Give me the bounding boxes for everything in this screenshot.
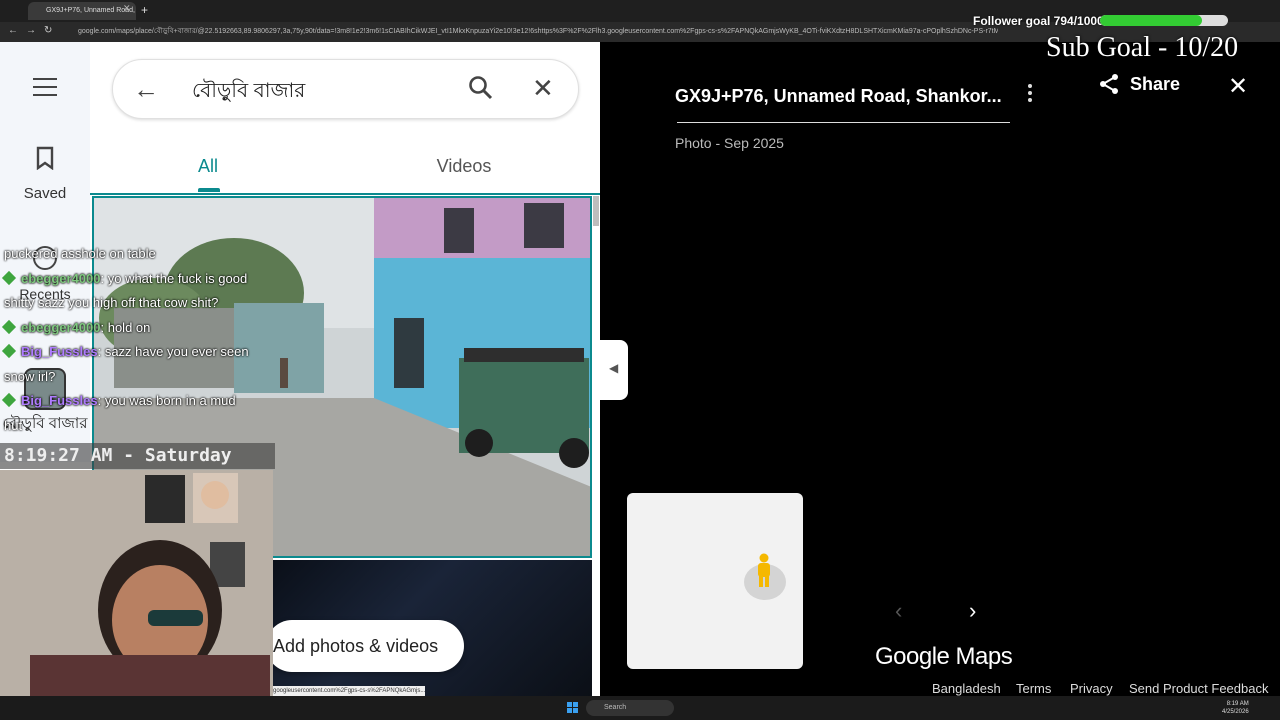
follower-goal-label: Follower goal 794/1000	[973, 14, 1104, 28]
new-tab-button[interactable]: +	[141, 3, 148, 17]
search-icon[interactable]	[468, 75, 494, 106]
add-photos-label[interactable]: Add photos & videos	[273, 636, 438, 657]
saved-label[interactable]: Saved	[0, 185, 90, 202]
tabs-divider	[90, 193, 600, 195]
chat-username: Big_Fussles	[21, 393, 98, 408]
follower-goal-bar	[1100, 15, 1228, 26]
taskbar-date: 4/25/2026	[1222, 709, 1249, 715]
search-input[interactable]: বৌড়ুবি বাজার	[192, 76, 305, 109]
footer-privacy[interactable]: Privacy	[1070, 681, 1113, 696]
forward-nav-icon[interactable]: →	[26, 25, 36, 36]
tab-close-icon[interactable]: ✕	[123, 3, 131, 14]
sub-goal-label: Sub Goal - 10/20	[1046, 32, 1239, 63]
chevron-left-icon[interactable]: ◀	[609, 361, 618, 375]
back-nav-icon[interactable]: ←	[8, 25, 18, 36]
chat-text: hut	[4, 417, 23, 433]
photo-date: Photo - Sep 2025	[675, 135, 784, 151]
tab-all[interactable]: All	[170, 156, 246, 177]
chat-badge-icon	[1, 343, 17, 359]
back-arrow-icon[interactable]: ←	[133, 74, 159, 105]
chat-username: ebegger4000	[21, 319, 101, 335]
chat-text: : sazz have you ever seen	[97, 344, 249, 359]
tab-videos[interactable]: Videos	[420, 156, 508, 177]
chat-message: ebegger4000: hold on	[1, 319, 249, 345]
browser-tab[interactable]: GX9J+P76, Unnamed Road, Sh...	[28, 2, 136, 20]
chat-username: ebegger4000	[21, 270, 101, 286]
status-bar-url: googleusercontent.com%2Fgps-cs-s%2FAPNQk…	[273, 686, 425, 696]
pegman-icon[interactable]	[752, 553, 776, 594]
chevron-left-icon[interactable]: ‹	[895, 598, 902, 624]
chat-message: snow irl?	[4, 369, 249, 394]
chat-text: : hold on	[100, 319, 151, 335]
chat-text: puckered asshole on table	[4, 246, 156, 261]
close-icon[interactable]: ✕	[532, 73, 554, 104]
follower-goal-fill	[1100, 15, 1202, 26]
chat-badge-icon	[1, 270, 17, 285]
chat-username: Big_Fussles	[21, 344, 98, 359]
share-button[interactable]: Share	[1130, 74, 1180, 95]
google-maps-logo: Google Maps	[875, 643, 1013, 670]
chat-overlay: puckered asshole on table ebegger4000: yo…	[1, 246, 249, 443]
title-underline	[677, 122, 1010, 123]
more-options-icon[interactable]	[1028, 84, 1032, 105]
active-tab-indicator	[198, 188, 220, 192]
viewer-close-icon[interactable]: ✕	[1228, 72, 1248, 101]
footer-terms[interactable]: Terms	[1016, 681, 1051, 696]
chat-text: shitty sazz you high off that cow shit?	[4, 295, 219, 310]
footer-country[interactable]: Bangladesh	[932, 681, 1001, 696]
chat-message: puckered asshole on table	[4, 246, 249, 271]
menu-icon[interactable]	[33, 78, 57, 98]
search-box[interactable]	[112, 59, 579, 119]
share-icon[interactable]	[1098, 73, 1120, 100]
reload-icon[interactable]: ↻	[44, 25, 52, 36]
chat-badge-icon	[1, 319, 17, 334]
taskbar-clock[interactable]: 8:19 AM 4/25/2026	[1222, 700, 1249, 716]
chat-badge-icon	[1, 392, 17, 408]
chat-message: hut	[4, 418, 249, 443]
viewer-title: GX9J+P76, Unnamed Road, Shankor...	[675, 86, 1002, 106]
url-field[interactable]: google.com/maps/place/বৌড়ুবি+বাজার/@22.…	[78, 26, 998, 38]
taskbar-time: 8:19 AM	[1226, 701, 1249, 707]
chevron-right-icon[interactable]: ›	[969, 598, 976, 624]
footer-feedback[interactable]: Send Product Feedback	[1129, 681, 1268, 696]
stream-clock: 8:19:27 AM - Saturday	[0, 443, 275, 469]
chat-message: shitty sazz you high off that cow shit?	[4, 295, 249, 320]
bookmark-icon[interactable]	[36, 146, 54, 175]
chat-message: ebegger4000: yo what the fuck is good	[1, 270, 249, 296]
chat-message: Big_Fussles: you was born in a mud	[1, 392, 249, 418]
chat-message: Big_Fussles: sazz have you ever seen	[1, 343, 249, 369]
webcam-feed	[0, 470, 273, 696]
windows-start-icon[interactable]	[567, 702, 579, 714]
chat-text: snow irl?	[4, 368, 56, 384]
panel-scrollbar[interactable]	[593, 196, 599, 226]
chat-text: : you was born in a mud	[97, 393, 236, 408]
taskbar-search[interactable]: Search	[586, 700, 674, 716]
chat-text: : yo what the fuck is good	[100, 270, 248, 286]
